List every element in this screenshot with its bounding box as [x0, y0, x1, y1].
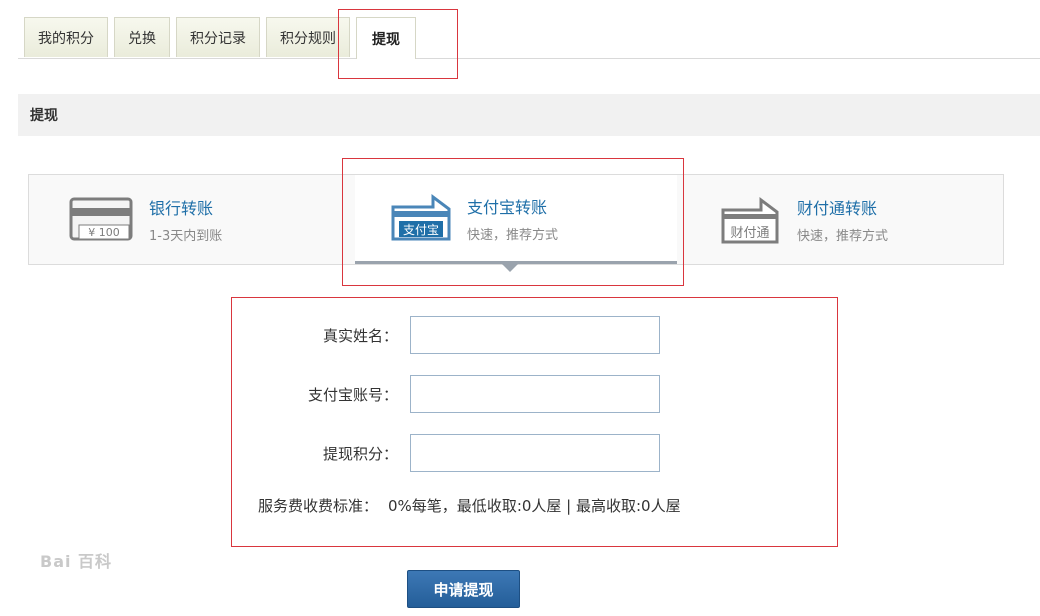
tab-points-rules[interactable]: 积分规则 — [266, 17, 350, 57]
points-input[interactable] — [410, 434, 660, 472]
tenpay-icon-text: 财付通 — [730, 226, 769, 241]
withdraw-method-panel: ¥ 100 银行转账 1-3天内到账 支付宝 支付宝转账 快速，推荐方式 财付通… — [28, 174, 1004, 265]
tab-bar: 我的积分 兑换 积分记录 积分规则 提现 — [18, 0, 1040, 59]
fee-value: 0%每笔，最低收取:0人屋 | 最高收取:0人屋 — [388, 497, 681, 515]
method-bank-transfer[interactable]: ¥ 100 银行转账 1-3天内到账 — [69, 175, 349, 264]
method-tenpay-title: 财付通转账 — [797, 199, 878, 218]
tab-points-record[interactable]: 积分记录 — [176, 17, 260, 57]
fee-label: 服务费收费标准： — [258, 497, 379, 515]
bank-card-icon: ¥ 100 — [69, 197, 133, 240]
method-tenpay-subtitle: 快速，推荐方式 — [797, 229, 889, 244]
real-name-input[interactable] — [410, 316, 660, 354]
real-name-row: 真实姓名： — [228, 316, 660, 354]
method-tenpay[interactable]: 财付通 财付通转账 快速，推荐方式 — [719, 175, 999, 264]
alipay-account-input[interactable] — [410, 375, 660, 413]
alipay-icon-text: 支付宝 — [403, 223, 439, 237]
tab-my-points[interactable]: 我的积分 — [24, 17, 108, 57]
alipay-icon: 支付宝 — [391, 194, 451, 241]
method-alipay[interactable]: 支付宝 支付宝转账 快速，推荐方式 — [355, 175, 677, 264]
method-alipay-subtitle: 快速，推荐方式 — [467, 227, 559, 243]
apply-withdraw-button[interactable]: 申请提现 — [407, 570, 520, 608]
points-label: 提现积分： — [322, 444, 398, 463]
alipay-account-row: 支付宝账号： — [228, 375, 660, 413]
baidu-watermark: Bai 百科 — [40, 552, 113, 571]
tenpay-icon: 财付通 — [721, 196, 779, 243]
method-bank-subtitle: 1-3天内到账 — [149, 229, 223, 244]
real-name-label: 真实姓名： — [322, 326, 398, 345]
section-title: 提现 — [18, 94, 1040, 136]
points-row: 提现积分： — [228, 434, 660, 472]
section-title-text: 提现 — [30, 108, 58, 124]
bank-icon-text: ¥ 100 — [88, 226, 120, 239]
fee-row: 服务费收费标准： 0%每笔，最低收取:0人屋 | 最高收取:0人屋 — [258, 495, 681, 516]
alipay-account-label: 支付宝账号： — [307, 385, 398, 404]
tab-exchange[interactable]: 兑换 — [114, 17, 170, 57]
method-alipay-title: 支付宝转账 — [467, 197, 548, 217]
selected-method-caret — [502, 264, 518, 272]
tab-withdraw[interactable]: 提现 — [356, 17, 416, 59]
method-bank-title: 银行转账 — [149, 199, 214, 218]
